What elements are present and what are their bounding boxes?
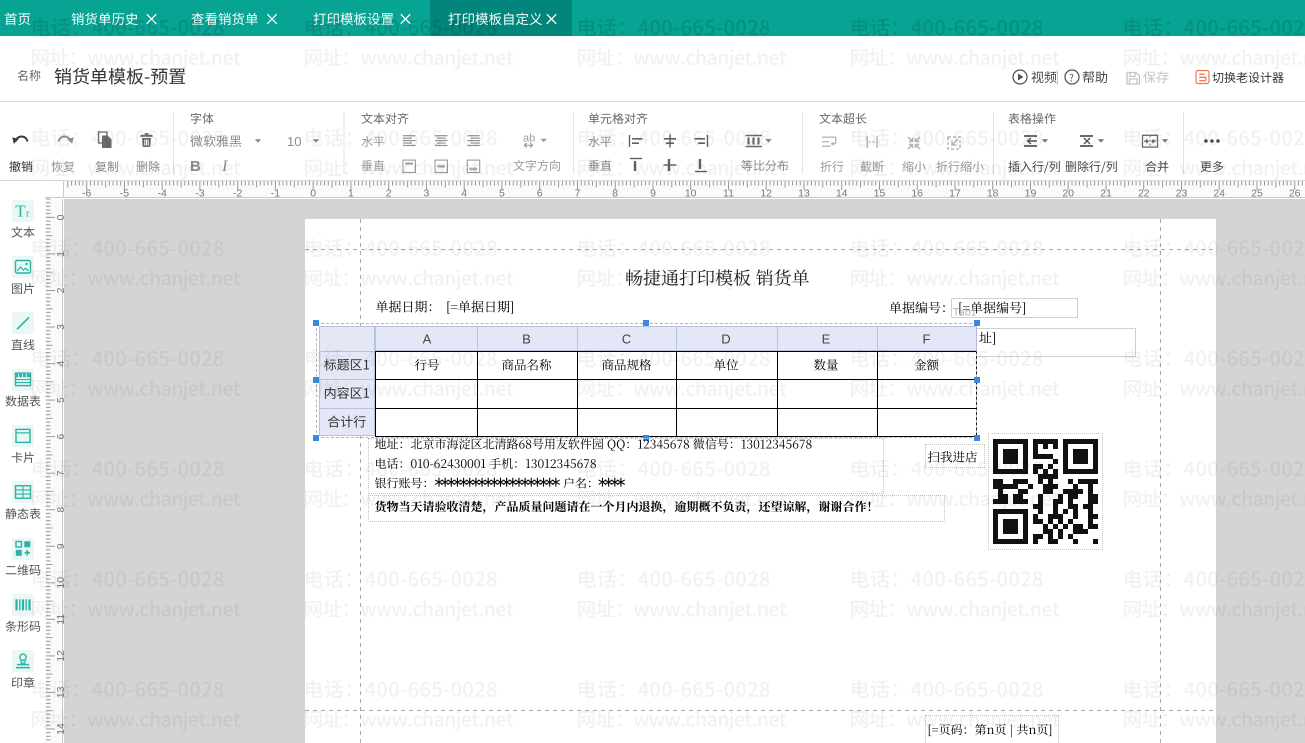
svg-text:24: 24	[1213, 188, 1225, 200]
svg-text:19: 19	[1025, 188, 1037, 200]
svg-text:10: 10	[287, 134, 301, 149]
svg-text:2: 2	[55, 287, 67, 293]
svg-text:r: r	[26, 209, 30, 220]
svg-text:F: F	[923, 332, 931, 347]
svg-text:12: 12	[760, 188, 772, 200]
svg-text:15: 15	[874, 188, 886, 200]
svg-text:11: 11	[55, 614, 67, 625]
svg-text:13: 13	[798, 188, 810, 200]
svg-text:21: 21	[1100, 188, 1112, 200]
svg-text:4: 4	[461, 188, 467, 200]
svg-text:5: 5	[55, 397, 67, 403]
svg-text:6: 6	[537, 188, 543, 200]
svg-text:9: 9	[55, 543, 67, 549]
svg-text:16: 16	[911, 188, 923, 200]
svg-text:8: 8	[612, 188, 618, 200]
svg-text:25: 25	[1251, 188, 1263, 200]
svg-text:D: D	[721, 332, 730, 347]
svg-text:6: 6	[55, 434, 67, 440]
svg-text:B: B	[522, 332, 531, 347]
svg-text:-5: -5	[120, 188, 129, 200]
svg-text:8: 8	[55, 507, 67, 513]
svg-text:17: 17	[949, 188, 961, 200]
svg-text:10: 10	[685, 188, 697, 200]
svg-text:-4: -4	[158, 188, 167, 200]
svg-text:-2: -2	[233, 188, 242, 200]
svg-text:23: 23	[1176, 188, 1188, 200]
svg-text:2: 2	[386, 188, 392, 200]
svg-text:A: A	[423, 332, 432, 347]
svg-text:-1: -1	[271, 188, 280, 200]
svg-text:C: C	[622, 332, 631, 347]
svg-text:ab: ab	[523, 133, 535, 145]
svg-text:0: 0	[55, 214, 67, 220]
svg-text:1: 1	[348, 188, 354, 200]
svg-text:E: E	[822, 332, 831, 347]
svg-text:3: 3	[55, 324, 67, 330]
svg-text:7: 7	[575, 188, 581, 200]
svg-text:14: 14	[55, 723, 67, 735]
svg-text:22: 22	[1138, 188, 1150, 200]
svg-text:0: 0	[310, 188, 316, 200]
svg-text:-3: -3	[195, 188, 204, 200]
svg-text:26: 26	[1289, 188, 1301, 200]
svg-text:18: 18	[987, 188, 999, 200]
svg-text:9: 9	[650, 188, 656, 200]
svg-text:12: 12	[55, 650, 67, 662]
svg-text:11: 11	[723, 188, 734, 200]
svg-text:3: 3	[423, 188, 429, 200]
svg-text:20: 20	[1062, 188, 1074, 200]
svg-text:T: T	[15, 202, 26, 221]
svg-text:-6: -6	[82, 188, 91, 200]
svg-text:14: 14	[836, 188, 848, 200]
svg-text:5: 5	[499, 188, 505, 200]
